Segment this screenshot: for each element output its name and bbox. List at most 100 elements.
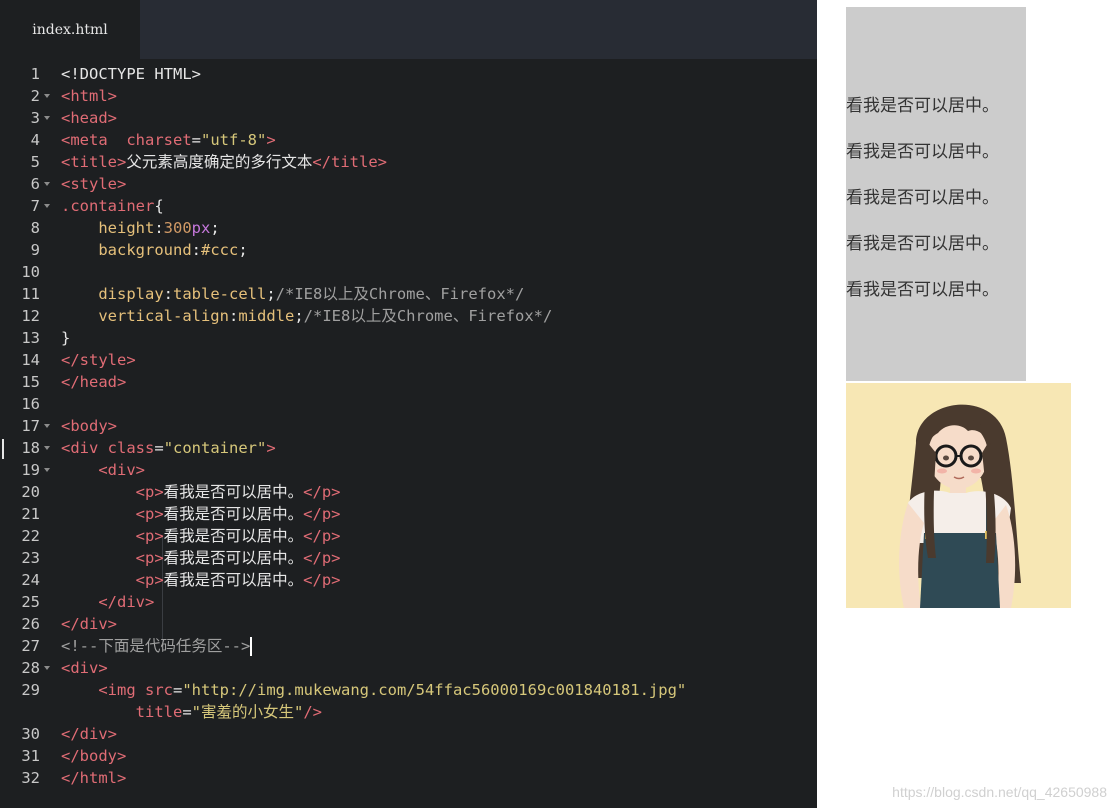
code-token: 看我是否可以居中。 xyxy=(163,527,304,545)
code-token: <div> xyxy=(98,461,145,479)
line-number: 25 xyxy=(21,593,40,611)
gutter-line: 23 xyxy=(0,547,56,569)
line-number: 18 xyxy=(21,439,40,457)
code-token: "utf-8" xyxy=(201,131,267,149)
code-line[interactable]: display:table-cell;/*IE8以上及Chrome、Firefo… xyxy=(61,283,524,305)
line-number: 28 xyxy=(21,659,40,677)
gutter-line: 9 xyxy=(0,239,56,261)
line-number: 3 xyxy=(30,109,40,127)
code-token: </head> xyxy=(61,373,127,391)
code-token: "害羞的小女生" xyxy=(191,703,304,721)
watermark: https://blog.csdn.net/qq_42650988 xyxy=(892,784,1107,800)
code-token: > xyxy=(266,439,276,457)
gutter-line: 14 xyxy=(0,349,56,371)
line-number: 10 xyxy=(21,263,40,281)
gutter-line: 18 xyxy=(0,437,56,459)
code-line[interactable]: <p>看我是否可以居中。</p> xyxy=(61,569,341,591)
code-line[interactable]: .container{ xyxy=(61,195,164,217)
fold-arrow-icon[interactable] xyxy=(44,204,50,208)
code-token: vertical-align xyxy=(98,307,229,325)
code-line[interactable]: <style> xyxy=(61,173,126,195)
code-token: = xyxy=(191,131,201,149)
code-token: ; xyxy=(238,241,248,259)
code-token: 父元素高度确定的多行文本 xyxy=(126,153,313,171)
code-line[interactable]: </style> xyxy=(61,349,136,371)
line-number: 30 xyxy=(21,725,40,743)
gutter-line: 20 xyxy=(0,481,56,503)
code-line[interactable]: <p>看我是否可以居中。</p> xyxy=(61,481,341,503)
code-line[interactable]: <body> xyxy=(61,415,117,437)
line-number: 11 xyxy=(21,285,40,303)
code-line[interactable]: <!--下面是代码任务区--> xyxy=(61,635,253,657)
code-line[interactable]: </body> xyxy=(61,745,126,767)
line-number: 9 xyxy=(30,241,40,259)
code-token: </p> xyxy=(303,527,341,545)
fold-arrow-icon[interactable] xyxy=(44,116,50,120)
code-line[interactable]: } xyxy=(61,327,70,349)
code-token: </p> xyxy=(303,483,341,501)
line-number: 14 xyxy=(21,351,40,369)
code-line[interactable]: height:300px; xyxy=(61,217,220,239)
fold-arrow-icon[interactable] xyxy=(44,446,50,450)
code-token: "container" xyxy=(163,439,267,457)
fold-arrow-icon[interactable] xyxy=(44,94,50,98)
code-token: = xyxy=(154,439,164,457)
code-line[interactable]: <html> xyxy=(61,85,117,107)
code-area[interactable]: <!DOCTYPE HTML> <html> <head> <meta charset… xyxy=(61,59,817,808)
gutter-line: 5 xyxy=(0,151,56,173)
gutter-line: 6 xyxy=(0,173,56,195)
code-line[interactable]: </html> xyxy=(61,767,126,789)
code-line[interactable]: <head> xyxy=(61,107,117,129)
code-line[interactable]: </head> xyxy=(61,371,126,393)
gutter-line: 30 xyxy=(0,723,56,745)
code-line[interactable]: <img src="http://img.mukewang.com/54ffac… xyxy=(61,679,686,701)
line-number-gutter: 1 2 3 4 5 6 7 8 9 10 11 12 13 14 15 16 17 18 19 20 21 22 23 24 2… xyxy=(0,59,56,808)
code-token: <head> xyxy=(61,109,117,127)
fold-arrow-icon[interactable] xyxy=(44,468,50,472)
code-line[interactable]: <p>看我是否可以居中。</p> xyxy=(61,525,341,547)
code-line[interactable]: <!DOCTYPE HTML> xyxy=(61,63,201,85)
code-token: ; xyxy=(210,219,220,237)
code-token: </title> xyxy=(312,153,387,171)
code-token: src xyxy=(145,681,173,699)
code-line[interactable]: <div> xyxy=(61,657,108,679)
paragraph: 看我是否可以居中。 xyxy=(846,280,999,300)
code-line[interactable]: <div class="container"> xyxy=(61,437,276,459)
fold-arrow-icon[interactable] xyxy=(44,424,50,428)
line-number: 1 xyxy=(30,65,40,83)
gutter-line: 31 xyxy=(0,745,56,767)
code-editor[interactable]: index.html 1 2 3 4 5 6 7 8 9 10 11 12 13 14 15 16 17 18 19… xyxy=(0,0,817,808)
line-number: 13 xyxy=(21,329,40,347)
code-token: <p> xyxy=(135,505,164,523)
code-line[interactable]: vertical-align:middle;/*IE8以上及Chrome、Fir… xyxy=(61,305,552,327)
code-line[interactable]: <meta charset="utf-8"> xyxy=(61,129,276,151)
gutter-line: 2 xyxy=(0,85,56,107)
code-token: = xyxy=(182,703,192,721)
fold-arrow-icon[interactable] xyxy=(44,182,50,186)
code-token: </div> xyxy=(61,615,117,633)
code-line[interactable]: title="害羞的小女生"/> xyxy=(61,701,322,723)
code-line[interactable]: </div> xyxy=(61,613,117,635)
code-line[interactable]: <title>父元素高度确定的多行文本</title> xyxy=(61,151,387,173)
browser-preview: 看我是否可以居中。 看我是否可以居中。 看我是否可以居中。 看我是否可以居中。 看我是否… xyxy=(817,0,1117,808)
fold-arrow-icon[interactable] xyxy=(44,666,50,670)
code-line[interactable]: <p>看我是否可以居中。</p> xyxy=(61,547,341,569)
code-line[interactable]: </div> xyxy=(61,723,117,745)
code-line[interactable]: </div> xyxy=(61,591,154,613)
code-token: { xyxy=(154,197,164,215)
gutter-line: 28 xyxy=(0,657,56,679)
code-token: <p> xyxy=(135,549,164,567)
code-line[interactable]: <div> xyxy=(61,459,145,481)
code-line[interactable]: background:#ccc; xyxy=(61,239,248,261)
line-number: 8 xyxy=(30,219,40,237)
code-token: <div> xyxy=(61,659,108,677)
code-token: 看我是否可以居中。 xyxy=(163,505,304,523)
code-token: <html> xyxy=(61,87,117,105)
code-token: background xyxy=(98,241,192,259)
code-line[interactable]: <p>看我是否可以居中。</p> xyxy=(61,503,341,525)
tab-index-html[interactable]: index.html xyxy=(0,0,140,59)
